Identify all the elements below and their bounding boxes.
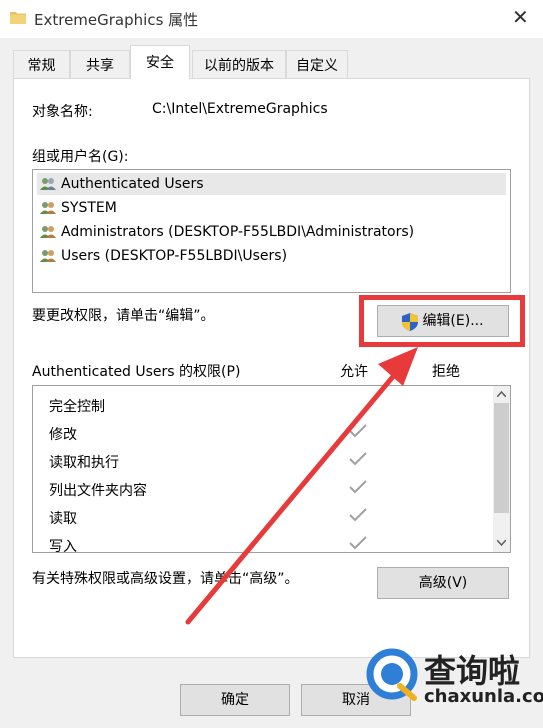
allow-check-icon xyxy=(349,452,367,466)
scroll-thumb[interactable] xyxy=(494,403,509,513)
scroll-down-icon[interactable] xyxy=(497,540,506,546)
users-icon xyxy=(40,226,56,238)
permission-name: 列出文件夹内容 xyxy=(49,483,147,499)
watermark-logo-icon xyxy=(366,648,418,701)
allow-check-icon xyxy=(349,480,367,494)
object-name-value: C:\Intel\ExtremeGraphics xyxy=(152,101,328,117)
permission-row: 完全控制 xyxy=(33,392,491,420)
close-button[interactable]: ✕ xyxy=(512,6,529,28)
watermark-url: chaxunla.com xyxy=(424,686,543,707)
highlight-box xyxy=(359,295,525,347)
permissions-label: Authenticated Users 的权限(P) xyxy=(32,364,241,380)
users-icon xyxy=(40,202,56,214)
permission-row: 修改 xyxy=(33,420,491,448)
permissions-list[interactable]: 完全控制 修改 读取和执行 列出文件夹内容 读取 写入 xyxy=(32,385,511,553)
permission-name: 修改 xyxy=(49,427,77,443)
ok-button[interactable]: 确定 xyxy=(180,684,290,716)
title-bar: ExtremeGraphics 属性 ✕ xyxy=(0,0,543,38)
window-title: ExtremeGraphics 属性 xyxy=(34,11,199,29)
tab-customize[interactable]: 自定义 xyxy=(286,50,348,78)
tab-security[interactable]: 安全 xyxy=(130,45,190,79)
deny-header: 拒绝 xyxy=(432,364,460,380)
users-icon xyxy=(40,178,56,190)
permission-row: 读取和执行 xyxy=(33,448,491,476)
tab-general[interactable]: 常规 xyxy=(13,50,70,78)
advanced-button[interactable]: 高级(V) xyxy=(377,567,509,599)
edit-hint: 要更改权限，请单击“编辑”。 xyxy=(32,308,215,324)
permission-name: 读取和执行 xyxy=(49,455,119,471)
group-name: Authenticated Users xyxy=(61,176,204,192)
users-icon xyxy=(40,250,56,262)
permission-row: 写入 xyxy=(33,532,491,553)
permission-row: 读取 xyxy=(33,504,491,532)
allow-check-icon xyxy=(349,536,367,550)
allow-check-icon xyxy=(349,424,367,438)
tab-sharing[interactable]: 共享 xyxy=(70,50,130,78)
allow-check-icon xyxy=(349,508,367,522)
folder-icon xyxy=(10,12,26,24)
advanced-hint: 有关特殊权限或高级设置，请单击“高级”。 xyxy=(32,571,299,587)
group-name: Administrators (DESKTOP-F55LBDI\Administ… xyxy=(61,224,415,240)
group-name: SYSTEM xyxy=(61,200,117,216)
permission-name: 读取 xyxy=(49,511,77,527)
allow-header: 允许 xyxy=(340,364,368,380)
permissions-scrollbar[interactable] xyxy=(493,386,510,552)
tab-previous-versions[interactable]: 以前的版本 xyxy=(192,50,286,78)
list-item-authenticated-users[interactable]: Authenticated Users xyxy=(37,173,506,195)
groups-list[interactable]: Authenticated Users SYSTEM Administrator… xyxy=(32,169,511,293)
permission-name: 写入 xyxy=(49,539,77,553)
scroll-up-icon[interactable] xyxy=(497,391,506,397)
object-name-label: 对象名称: xyxy=(32,104,93,120)
permission-name: 完全控制 xyxy=(49,399,105,415)
permission-row: 列出文件夹内容 xyxy=(33,476,491,504)
group-name: Users (DESKTOP-F55LBDI\Users) xyxy=(61,248,288,264)
groups-label: 组或用户名(G): xyxy=(32,149,129,165)
